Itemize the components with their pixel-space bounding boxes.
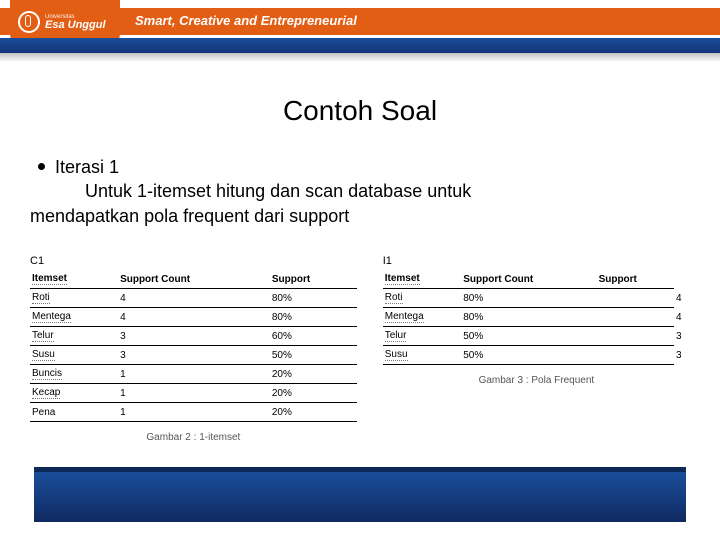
td: 3 (118, 346, 270, 365)
th: Itemset (385, 273, 420, 285)
td: 60% (270, 327, 357, 346)
td: Mentega (32, 311, 71, 323)
td: 50% (270, 346, 357, 365)
td: 50% (461, 346, 596, 365)
logo-text: Universitas Esa Unggul (45, 14, 106, 31)
td (597, 308, 674, 327)
td: 3 (118, 327, 270, 346)
bullet-dot-icon (38, 163, 45, 170)
td (597, 289, 674, 308)
table-row: Roti 4 80% (30, 289, 357, 308)
footer-blue-band (34, 467, 686, 522)
td: 20% (270, 365, 357, 384)
bullet-1-line2: Untuk 1-itemset hitung dan scan database… (85, 179, 690, 203)
td: Susu (385, 349, 408, 361)
td: 50% (461, 327, 596, 346)
td: 80% (461, 308, 596, 327)
logo-mark (18, 11, 40, 33)
table-row: Mentega 4 80% (30, 308, 357, 327)
table-row: Mentega 80% 4 (383, 308, 690, 327)
bullet-1: Iterasi 1 (30, 155, 690, 179)
table-i1: Itemset Support Count Support Roti 80% 4… (383, 270, 690, 365)
td: 1 (118, 403, 270, 422)
td (597, 346, 674, 365)
header-shadow (0, 53, 720, 62)
logo-small: Universitas (45, 14, 106, 20)
td: Telur (385, 330, 407, 342)
th: Support (597, 270, 674, 289)
body-text: Iterasi 1 Untuk 1-itemset hitung dan sca… (30, 155, 690, 228)
td: Susu (32, 349, 55, 361)
tagline: Smart, Creative and Entrepreneurial (135, 13, 357, 28)
table-c1: Itemset Support Count Support Roti 4 80%… (30, 270, 357, 422)
table-c1-label: C1 (30, 255, 357, 267)
bullet-1-line3: mendapatkan pola frequent dari support (30, 204, 690, 228)
table-i1-label: I1 (383, 255, 690, 267)
bullet-1-text: Iterasi 1 (55, 157, 119, 177)
table-row: Itemset Support Count Support (30, 270, 357, 289)
table-row: Itemset Support Count Support (383, 270, 690, 289)
td: Kecap (32, 387, 60, 399)
td: 20% (270, 403, 357, 422)
th (674, 270, 690, 289)
td: Roti (385, 292, 403, 304)
table-i1-caption: Gambar 3 : Pola Frequent (383, 375, 690, 386)
header-blue-band (0, 38, 720, 53)
table-i1-box: I1 Itemset Support Count Support Roti 80… (383, 255, 690, 443)
slide-title: Contoh Soal (0, 95, 720, 127)
td: Telur (32, 330, 54, 342)
table-row: Telur 3 60% (30, 327, 357, 346)
td: 4 (674, 308, 690, 327)
td: 3 (674, 346, 690, 365)
td: 4 (118, 289, 270, 308)
td: Mentega (385, 311, 424, 323)
table-row: Telur 50% 3 (383, 327, 690, 346)
table-row: Roti 80% 4 (383, 289, 690, 308)
th: Support Count (461, 270, 596, 289)
logo-name: Esa Unggul (45, 19, 106, 31)
th: Itemset (32, 273, 67, 285)
td: Pena (30, 403, 118, 422)
td: 1 (118, 384, 270, 403)
td: Buncis (32, 368, 62, 380)
td: 4 (674, 289, 690, 308)
th: Support Count (118, 270, 270, 289)
td: 20% (270, 384, 357, 403)
td: 4 (118, 308, 270, 327)
td: 1 (118, 365, 270, 384)
table-row: Kecap 1 20% (30, 384, 357, 403)
th: Support (270, 270, 357, 289)
table-row: Pena 1 20% (30, 403, 357, 422)
table-row: Susu 50% 3 (383, 346, 690, 365)
tables-area: C1 Itemset Support Count Support Roti 4 … (30, 255, 690, 443)
table-row: Buncis 1 20% (30, 365, 357, 384)
td (597, 327, 674, 346)
table-c1-box: C1 Itemset Support Count Support Roti 4 … (30, 255, 357, 443)
table-row: Susu 3 50% (30, 346, 357, 365)
td: 3 (674, 327, 690, 346)
td: 80% (270, 308, 357, 327)
table-c1-caption: Gambar 2 : 1-itemset (30, 432, 357, 443)
td: 80% (461, 289, 596, 308)
td: 80% (270, 289, 357, 308)
td: Roti (32, 292, 50, 304)
